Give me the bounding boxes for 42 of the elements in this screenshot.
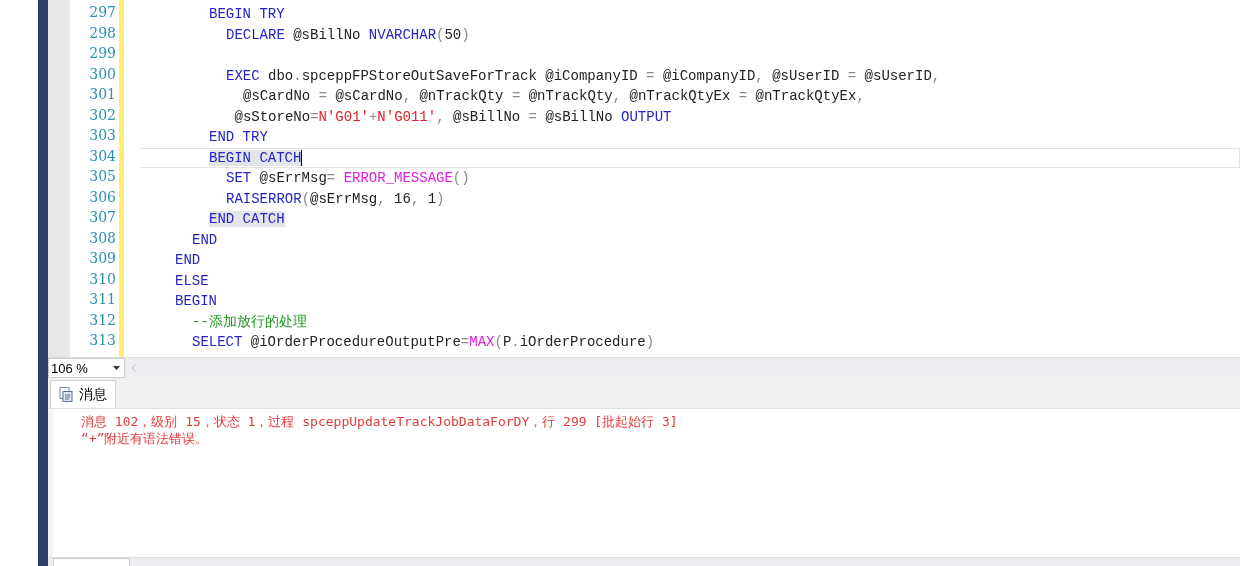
line-number: 303 [88, 127, 116, 145]
code-text: RAISERROR(@sErrMsg, 16, 1) [226, 190, 445, 207]
line-number: 306 [88, 188, 116, 207]
code-text: --添加放行的处理 [192, 312, 307, 331]
code-text: EXEC dbo.spceppFPStoreOutSaveForTrack @iCompanyID = @iCompanyID, @sUserID = @sUserID, [226, 67, 941, 84]
code-text: @sCardNo = @sCardNo, @nTrackQty = @nTrackQty, @nTrackQtyEx = @nTrackQtyEx, [243, 88, 865, 105]
document-icon [59, 387, 73, 402]
line-number: 311 [88, 291, 116, 309]
code-text: END CATCH [209, 211, 285, 228]
scroll-left-icon[interactable] [131, 364, 136, 372]
line-number: 310 [88, 270, 116, 289]
zoom-dropdown[interactable] [53, 558, 130, 566]
line-number: 307 [88, 209, 116, 227]
line-number: 305 [88, 168, 116, 186]
code-text: ELSE [175, 272, 209, 289]
line-number: 301 [88, 86, 116, 104]
line-number: 309 [88, 250, 116, 268]
line-number: 300 [88, 65, 116, 84]
line-number: 313 [88, 332, 116, 350]
code-text: DECLARE @sBillNo NVARCHAR(50) [226, 26, 470, 43]
code-text: SET @sErrMsg= ERROR_MESSAGE() [226, 170, 470, 187]
line-number: 304 [88, 147, 116, 166]
zoom-dropdown[interactable]: 106 % [48, 358, 125, 378]
line-number: 298 [88, 24, 116, 43]
messages-tab[interactable]: 消息 [50, 380, 116, 408]
code-text: END [192, 231, 218, 248]
error-message: “+”附近有语法错误。 [81, 430, 210, 447]
code-text: @sStoreNo=N'G01'+N'G011', @sBillNo = @sBillNo OUTPUT [234, 108, 672, 125]
code-text: END TRY [209, 129, 268, 146]
text-cursor [301, 149, 303, 166]
code-text: BEGIN CATCH [209, 149, 302, 166]
line-number: 302 [88, 106, 116, 125]
error-message: 消息 102，级别 15，状态 1，过程 spceppUpdateTrackJobDataForDY，行 299 [批起始行 3] [81, 413, 679, 430]
caret-icon [113, 366, 120, 370]
line-number: 308 [88, 229, 116, 248]
code-text: BEGIN [175, 293, 217, 310]
line-number: 297 [88, 4, 116, 22]
code-text: BEGIN TRY [209, 6, 285, 23]
line-number: 299 [88, 45, 116, 63]
code-text: SELECT @iOrderProcedureOutputPre=MAX(P.iOrderProcedure) [192, 334, 655, 351]
line-number: 312 [88, 311, 116, 330]
code-text: END [175, 252, 201, 269]
